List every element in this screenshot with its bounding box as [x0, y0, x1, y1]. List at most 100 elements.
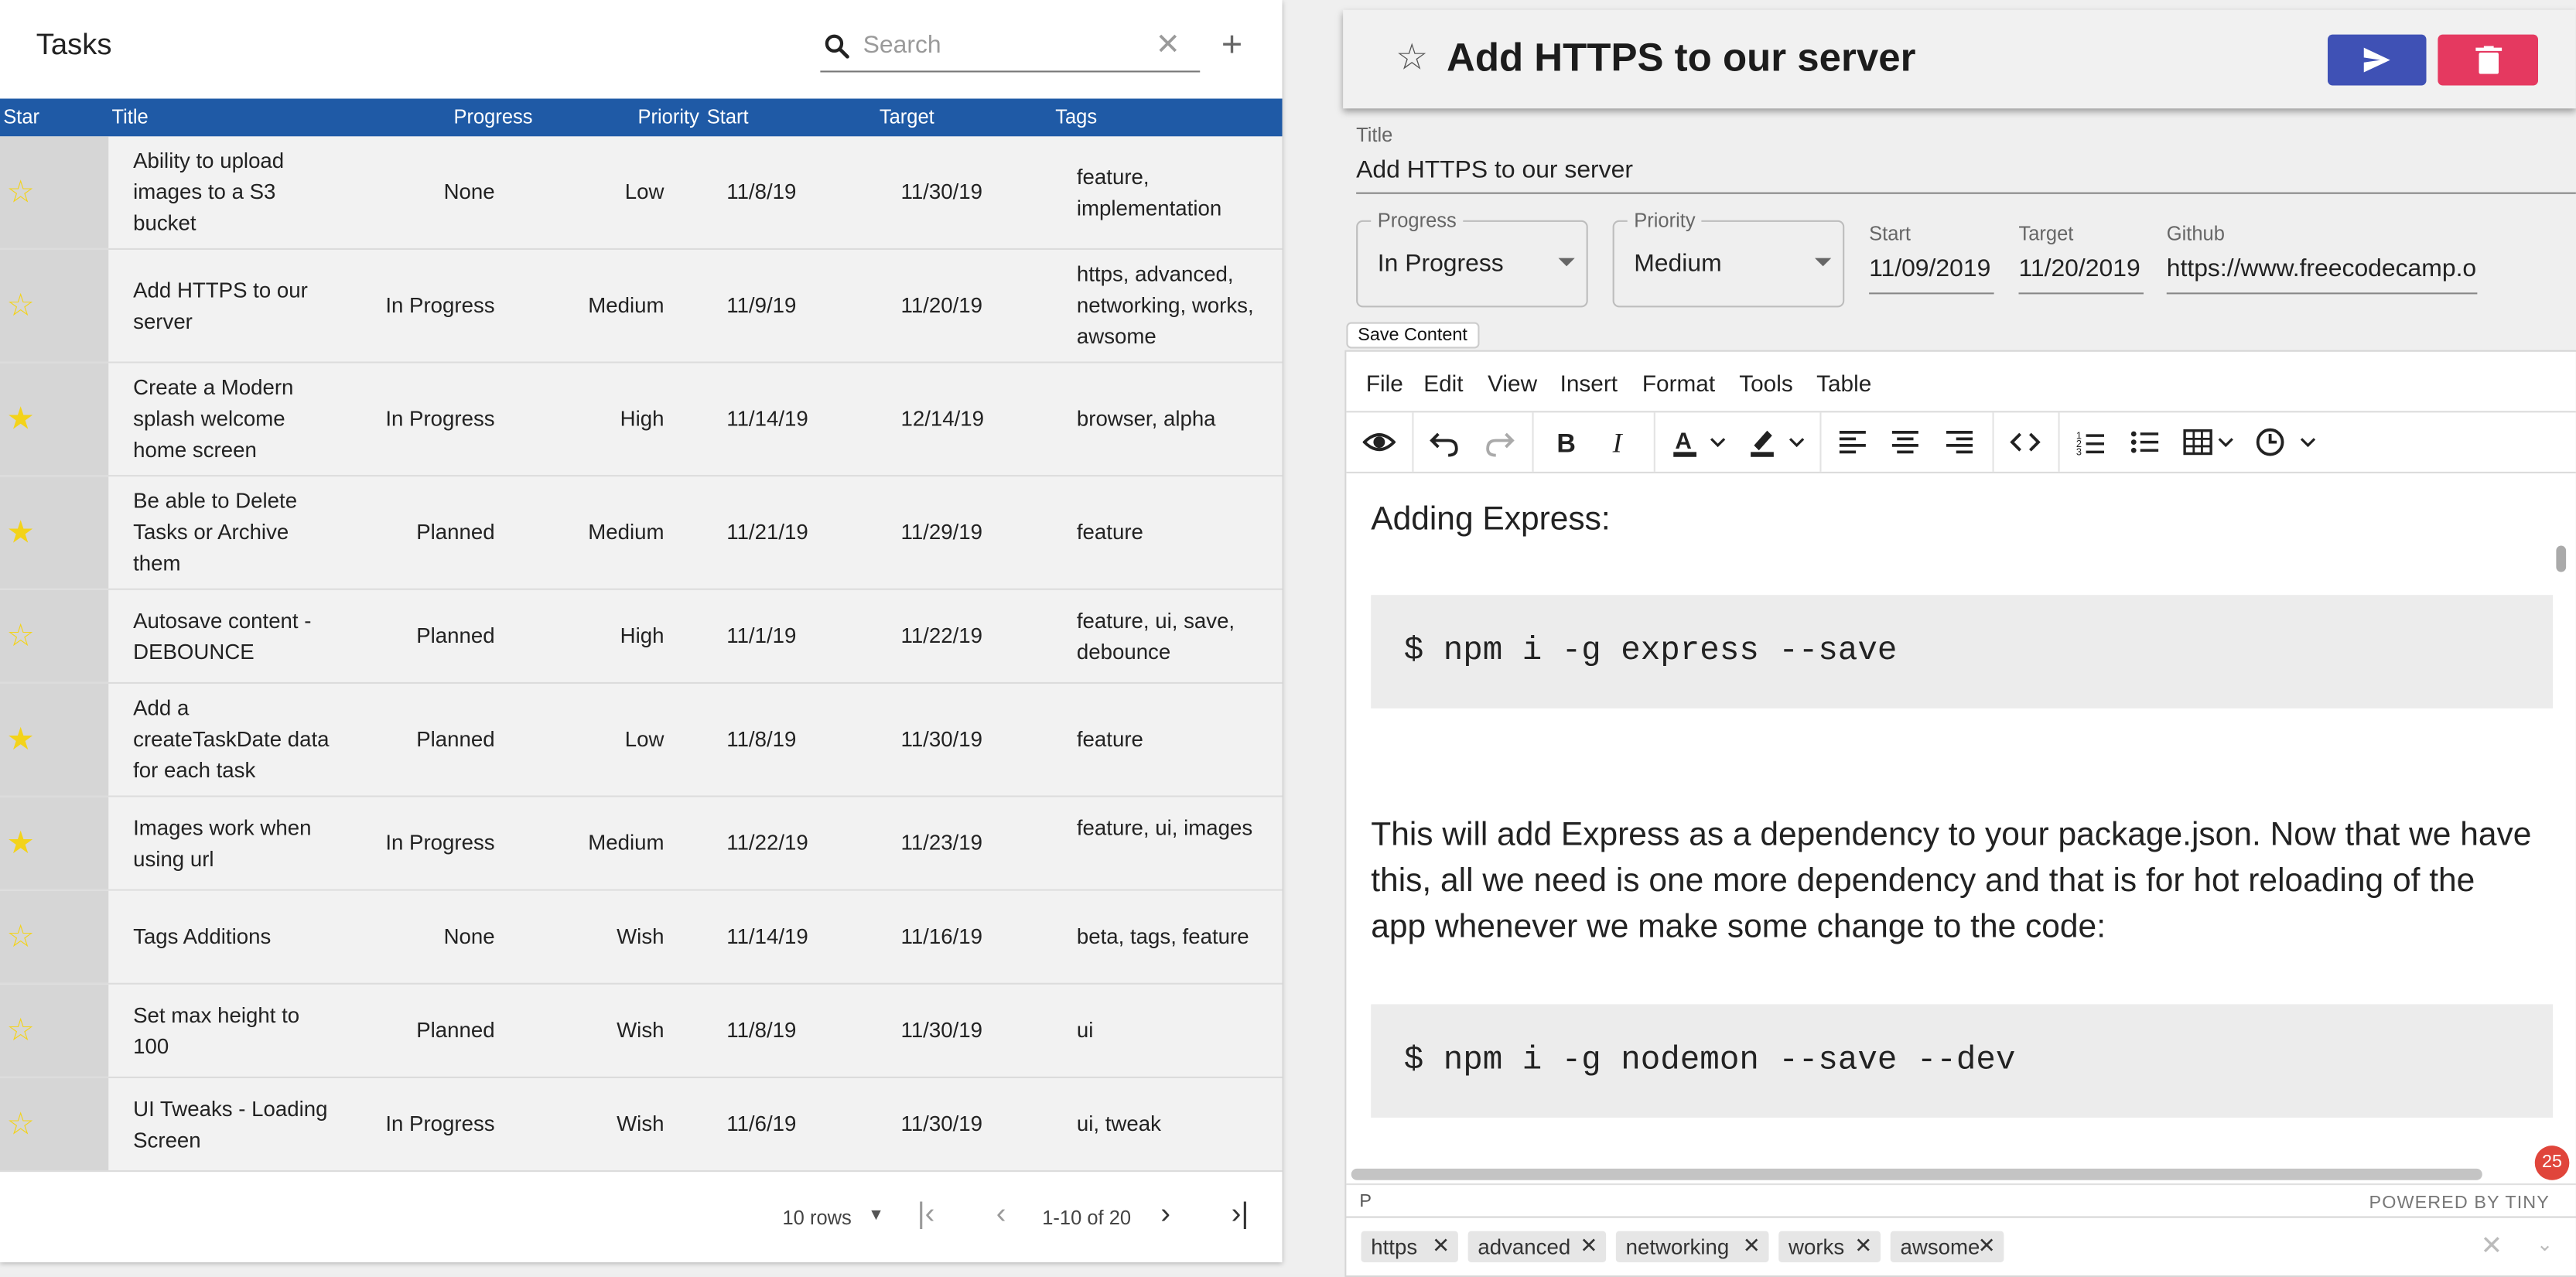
table-row[interactable]: ★Create a Modern splash welcome home scr…	[0, 364, 1283, 477]
column-header-tags[interactable]: Tags	[1055, 105, 1097, 128]
align-right-icon[interactable]	[1943, 425, 1976, 459]
star-cell[interactable]: ★	[0, 476, 108, 589]
remove-tag-icon[interactable]: ✕	[1580, 1233, 1597, 1259]
chevron-down-icon[interactable]: ⌄	[2537, 1233, 2553, 1256]
column-header-progress[interactable]: Progress	[454, 105, 533, 128]
numbered-list-icon[interactable]: 123	[2075, 425, 2108, 459]
menu-tools[interactable]: Tools	[1739, 370, 1792, 396]
remove-tag-icon[interactable]: ✕	[1432, 1233, 1450, 1259]
star-cell[interactable]: ★	[0, 797, 108, 889]
table-icon[interactable]	[2181, 425, 2215, 459]
text-color-icon[interactable]: A	[1669, 425, 1702, 459]
table-row[interactable]: ★Images work when using urlIn ProgressMe…	[0, 797, 1283, 891]
table-row[interactable]: ☆Add HTTPS to our serverIn ProgressMediu…	[0, 250, 1283, 364]
editor-content[interactable]: Adding Express: $ npm i -g express --sav…	[1346, 473, 2553, 1151]
vertical-scrollbar[interactable]	[2556, 546, 2566, 572]
send-button[interactable]	[2328, 35, 2427, 86]
remove-tag-icon[interactable]: ✕	[1743, 1233, 1761, 1259]
star-filled-icon[interactable]: ★	[7, 724, 35, 755]
tag-chip[interactable]: awsome✕	[1891, 1231, 2004, 1262]
menu-table[interactable]: Table	[1816, 370, 1871, 396]
column-header-priority[interactable]: Priority	[638, 105, 699, 128]
menu-view[interactable]: View	[1488, 370, 1537, 396]
notification-badge[interactable]: 25	[2535, 1146, 2570, 1180]
table-row[interactable]: ☆Autosave content - DEBOUNCEPlannedHigh1…	[0, 590, 1283, 684]
clear-tags-icon[interactable]: ✕	[2481, 1230, 2503, 1263]
star-cell[interactable]: ☆	[0, 590, 108, 682]
menu-file[interactable]: File	[1366, 370, 1403, 396]
star-outline-icon[interactable]: ☆	[7, 620, 35, 651]
priority-select[interactable]: Priority Medium	[1613, 220, 1845, 308]
redo-icon[interactable]	[1483, 425, 1516, 459]
chevron-down-icon[interactable]	[1787, 425, 1807, 459]
column-header-title[interactable]: Title	[112, 105, 149, 128]
table-row[interactable]: ★Add a createTaskDate data for each task…	[0, 684, 1283, 797]
title-field[interactable]: Add HTTPS to our server	[1356, 156, 1633, 184]
tags-input[interactable]: https✕advanced✕networking✕works✕awsome✕ …	[1344, 1217, 2576, 1277]
column-header-star[interactable]: Star	[3, 105, 39, 128]
next-page-icon[interactable]: ›	[1160, 1198, 1170, 1227]
progress-select[interactable]: Progress In Progress	[1356, 220, 1588, 308]
clock-icon[interactable]	[2253, 425, 2287, 459]
code-icon[interactable]	[2009, 425, 2042, 459]
powered-by-link[interactable]: POWERED BY TINY	[2369, 1193, 2550, 1214]
previous-page-icon[interactable]: ‹	[996, 1198, 1006, 1227]
table-row[interactable]: ★Be able to Delete Tasks or Archive them…	[0, 476, 1283, 590]
tag-chip[interactable]: works✕	[1778, 1231, 1881, 1262]
table-row[interactable]: ☆Ability to upload images to a S3 bucket…	[0, 136, 1283, 250]
star-outline-icon[interactable]: ☆	[7, 1015, 35, 1046]
tag-chip[interactable]: https✕	[1361, 1231, 1458, 1262]
start-date-field[interactable]: 11/09/2019	[1869, 254, 1990, 282]
preview-icon[interactable]	[1363, 425, 1396, 459]
undo-icon[interactable]	[1429, 425, 1462, 459]
first-page-icon[interactable]: |‹	[917, 1198, 935, 1227]
highlight-icon[interactable]	[1746, 425, 1779, 459]
tag-chip[interactable]: advanced✕	[1468, 1231, 1607, 1262]
italic-icon[interactable]: I	[1603, 425, 1636, 459]
tag-chip[interactable]: networking✕	[1616, 1231, 1769, 1262]
github-field[interactable]: https://www.freecodecamp.o	[2167, 254, 2479, 282]
chevron-down-icon[interactable]: ▼	[868, 1207, 884, 1224]
star-filled-icon[interactable]: ★	[7, 517, 35, 548]
rows-per-page-select[interactable]: 10 rows	[783, 1207, 852, 1230]
star-cell[interactable]: ☆	[0, 136, 108, 248]
bullet-list-icon[interactable]	[2129, 425, 2162, 459]
align-center-icon[interactable]	[1889, 425, 1922, 459]
star-outline-icon[interactable]: ☆	[1396, 39, 1428, 76]
remove-tag-icon[interactable]: ✕	[1854, 1233, 1872, 1259]
save-content-button[interactable]: Save Content	[1346, 323, 1478, 349]
bold-icon[interactable]: B	[1550, 425, 1584, 459]
chevron-down-icon[interactable]	[2216, 425, 2236, 459]
target-date-field[interactable]: 11/20/2019	[2019, 254, 2140, 282]
column-header-start[interactable]: Start	[707, 105, 749, 128]
delete-button[interactable]	[2438, 35, 2538, 86]
search-input[interactable]: Search ✕	[820, 23, 1200, 73]
star-cell[interactable]: ☆	[0, 891, 108, 983]
star-cell[interactable]: ★	[0, 364, 108, 476]
star-filled-icon[interactable]: ★	[7, 404, 35, 435]
table-row[interactable]: ☆UI Tweaks - Loading ScreenIn ProgressWi…	[0, 1078, 1283, 1172]
menu-edit[interactable]: Edit	[1423, 370, 1463, 396]
star-cell[interactable]: ☆	[0, 985, 108, 1077]
horizontal-scrollbar[interactable]	[1351, 1169, 2482, 1180]
table-row[interactable]: ☆Tags AdditionsNoneWish11/14/1911/16/19b…	[0, 891, 1283, 985]
table-row[interactable]: ☆Set max height to 100PlannedWish11/8/19…	[0, 985, 1283, 1078]
star-cell[interactable]: ★	[0, 684, 108, 796]
star-outline-icon[interactable]: ☆	[7, 176, 35, 207]
element-path[interactable]: P	[1359, 1192, 1372, 1212]
star-outline-icon[interactable]: ☆	[7, 290, 35, 321]
star-outline-icon[interactable]: ☆	[7, 1108, 35, 1139]
align-left-icon[interactable]	[1836, 425, 1870, 459]
star-filled-icon[interactable]: ★	[7, 828, 35, 859]
star-outline-icon[interactable]: ☆	[7, 921, 35, 952]
remove-tag-icon[interactable]: ✕	[1978, 1233, 1996, 1259]
menu-insert[interactable]: Insert	[1560, 370, 1618, 396]
last-page-icon[interactable]: ›|	[1232, 1198, 1249, 1227]
menu-format[interactable]: Format	[1642, 370, 1715, 396]
chevron-down-icon[interactable]	[2298, 425, 2318, 459]
chevron-down-icon[interactable]	[1708, 425, 1728, 459]
add-task-button[interactable]: +	[1221, 26, 1242, 63]
star-cell[interactable]: ☆	[0, 1078, 108, 1170]
clear-search-icon[interactable]: ✕	[1156, 29, 1180, 59]
column-header-target[interactable]: Target	[880, 105, 934, 128]
